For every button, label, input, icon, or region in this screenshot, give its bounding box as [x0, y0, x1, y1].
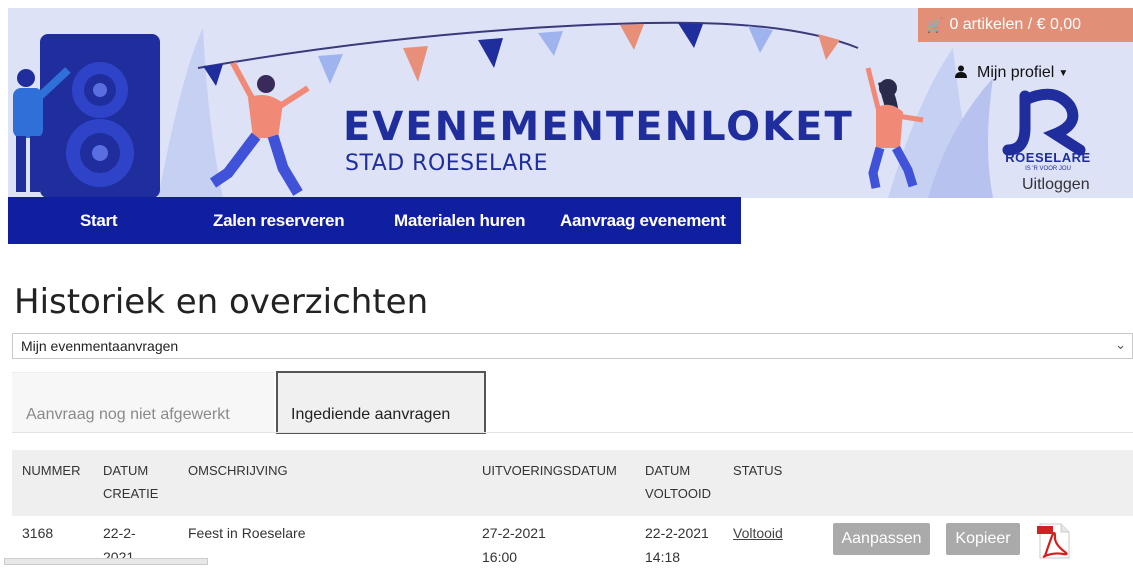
pdf-icon[interactable] [1035, 522, 1073, 560]
tabs-divider [12, 432, 1133, 433]
page-title: Historiek en overzichten [14, 282, 429, 322]
site-subtitle: STAD ROESELARE [345, 151, 549, 176]
cell-creatie-1: 22-2- [103, 525, 136, 541]
col-datum-creatie-2: CREATIE [103, 486, 159, 501]
nav-item-aanvraag[interactable]: Aanvraag evenement [560, 211, 726, 231]
site-title: EVENEMENTENLOKET [343, 104, 854, 150]
user-icon [955, 65, 967, 81]
cell-voltooid-2: 14:18 [645, 549, 681, 565]
chevron-down-icon: ▼ [1058, 67, 1069, 79]
col-uitvoeringsdatum: UITVOERINGSDATUM [482, 463, 617, 478]
cell-nummer: 3168 [22, 525, 54, 541]
tab-label: Ingediende aanvragen [291, 406, 451, 423]
browser-status-bar [4, 558, 208, 565]
nav-item-materialen[interactable]: Materialen huren [394, 211, 526, 231]
logo-text: ROESELARE [1005, 150, 1091, 165]
cell-uitvoering-2: 16:00 [482, 549, 518, 565]
logo-tagline: IS 'R VOOR JOU [1025, 166, 1071, 172]
cell-uitvoering-1: 27-2-2021 [482, 525, 546, 541]
main-nav: Start Zalen reserveren Materialen huren … [8, 197, 741, 244]
select-value: Mijn evenmentaanvragen [21, 338, 179, 354]
col-omschrijving: OMSCHRIJVING [188, 463, 288, 478]
col-nummer: NUMMER [22, 463, 81, 478]
profile-label: Mijn profiel [977, 64, 1055, 81]
tab-unfinished[interactable]: Aanvraag nog niet afgewerkt [12, 372, 274, 433]
tab-submitted[interactable]: Ingediende aanvragen [276, 371, 486, 434]
nav-item-zalen[interactable]: Zalen reserveren [213, 211, 345, 231]
status-link[interactable]: Voltooid [733, 521, 783, 545]
edit-button[interactable]: Aanpassen [833, 523, 930, 555]
profile-menu[interactable]: Mijn profiel ▼ [955, 64, 1068, 82]
nav-item-start[interactable]: Start [80, 211, 118, 231]
col-datum-voltooid-1: DATUM [645, 463, 691, 478]
copy-button[interactable]: Kopieer [946, 523, 1020, 555]
tab-label: Aanvraag nog niet afgewerkt [26, 406, 230, 423]
cell-voltooid-1: 22-2-2021 [645, 525, 709, 541]
cell-omschrijving: Feest in Roeselare [188, 525, 306, 541]
col-datum-voltooid-2: VOLTOOID [645, 486, 711, 501]
col-datum-creatie-1: DATUM [103, 463, 149, 478]
cart-icon: 🛒 [926, 16, 944, 33]
col-status: STATUS [733, 463, 783, 478]
cart-label: 0 artikelen / € 0,00 [949, 16, 1082, 33]
chevron-down-icon: ⌄ [1115, 337, 1126, 352]
cell-creatie-2: 2021 [103, 549, 135, 565]
logout-link[interactable]: Uitloggen [1022, 176, 1090, 194]
cart-button[interactable]: 🛒 0 artikelen / € 0,00 [918, 8, 1133, 42]
overview-select[interactable]: Mijn evenmentaanvragen ⌄ [12, 333, 1133, 359]
